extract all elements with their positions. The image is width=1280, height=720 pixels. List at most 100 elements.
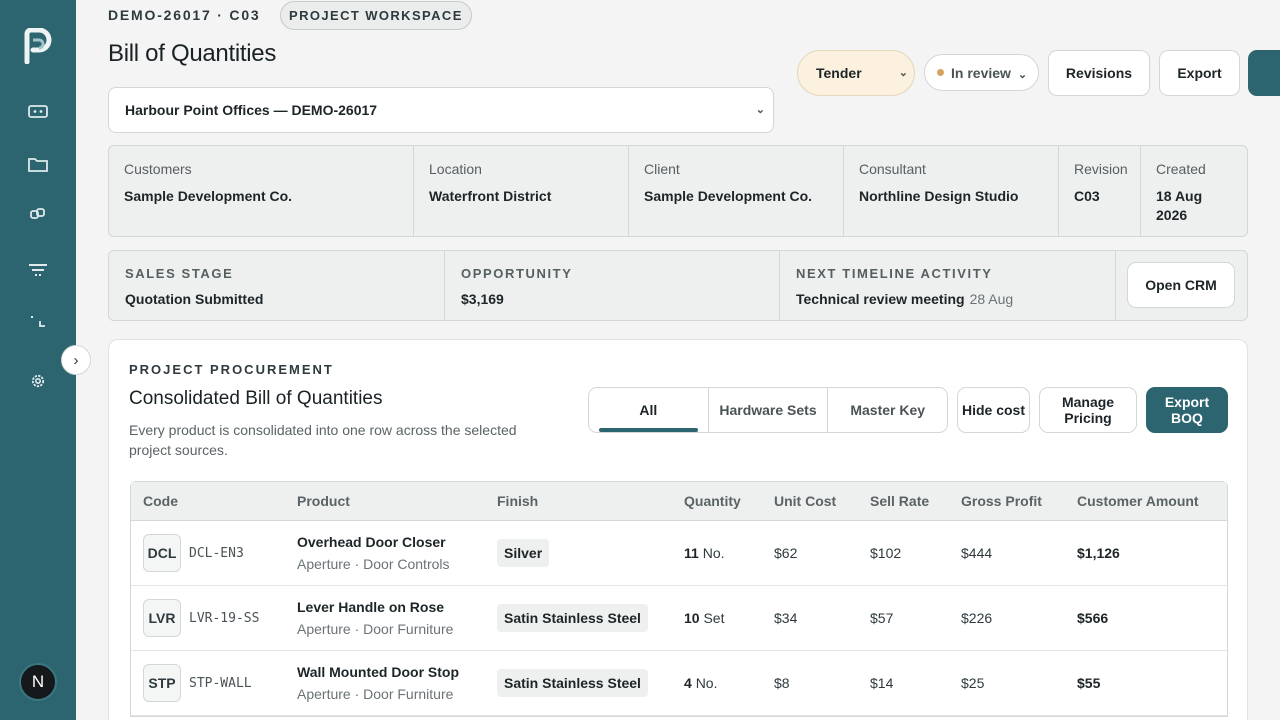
quantity-value: 11 — [684, 545, 699, 561]
product-cell: Overhead Door Closer Aperture · Door Con… — [285, 534, 485, 572]
gross-profit-cell: $226 — [961, 610, 993, 626]
table-row[interactable]: STP STP-WALL Wall Mounted Door Stop Aper… — [131, 651, 1227, 716]
unit-cost-cell: $8 — [774, 675, 790, 691]
open-crm-button[interactable]: Open CRM — [1127, 262, 1235, 308]
boq-table: Code Product Finish Quantity Unit Cost S… — [130, 481, 1228, 717]
column-header[interactable]: Customer Amount — [1065, 493, 1225, 509]
meta-customers: Customers Sample Development Co. — [109, 146, 414, 236]
finish-tag: Silver — [497, 539, 550, 567]
sales-stage: SALES STAGE Quotation Submitted — [109, 251, 445, 320]
project-select[interactable]: Harbour Point Offices — DEMO-26017 ⌄ — [108, 87, 774, 133]
code-cell: DCL DCL-EN3 — [131, 534, 285, 572]
meta-revision: Revision C03 — [1059, 146, 1141, 236]
status-select[interactable]: In review ⌄ — [924, 54, 1039, 91]
tab-master-key[interactable]: Master Key — [828, 388, 947, 432]
meta-client: Client Sample Development Co. — [629, 146, 844, 236]
sku: DCL-EN3 — [189, 545, 244, 561]
link-icon[interactable] — [26, 202, 50, 226]
settings-icon[interactable] — [26, 369, 50, 393]
product-category: Aperture · Door Furniture — [297, 686, 454, 702]
meta-label: Location — [429, 161, 482, 177]
column-header[interactable]: Product — [285, 493, 485, 509]
finish-cell: Silver — [485, 539, 672, 567]
tender-select[interactable]: Tender ⌄ — [797, 50, 915, 96]
primary-action-button[interactable] — [1248, 50, 1280, 96]
chevron-down-icon: ⌄ — [755, 104, 765, 116]
tab-all[interactable]: All — [589, 388, 709, 432]
next-activity-value: Technical review meeting 28 Aug — [796, 291, 1099, 307]
meta-consultant: Consultant Northline Design Studio — [844, 146, 1059, 236]
meta-label: Customers — [124, 161, 192, 177]
meta-value: Waterfront District — [429, 188, 552, 204]
meta-created: Created 18 Aug 2026 — [1141, 146, 1247, 236]
meta-label: Created — [1156, 161, 1206, 177]
customer-amount-cell: $1,126 — [1077, 545, 1120, 561]
finish-cell: Satin Stainless Steel — [485, 604, 672, 632]
quantity-unit: No. — [702, 545, 725, 561]
meta-label: Revision — [1074, 161, 1128, 177]
opportunity: OPPORTUNITY $3,169 — [445, 251, 780, 320]
hide-cost-button[interactable]: Hide cost — [957, 387, 1030, 433]
customer-amount-cell: $55 — [1077, 675, 1101, 691]
tab-hardware-sets[interactable]: Hardware Sets — [709, 388, 829, 432]
opportunity-label: OPPORTUNITY — [461, 266, 573, 281]
meta-value: C03 — [1074, 188, 1100, 204]
chevron-down-icon: ⌄ — [1017, 69, 1028, 81]
quantity-cell: 11 No. — [672, 545, 762, 561]
quantity-value: 10 — [684, 610, 700, 626]
gross-profit-cell: $25 — [961, 675, 985, 691]
project-code: DEMO-26017 · C03 — [108, 7, 261, 23]
next-activity: NEXT TIMELINE ACTIVITY Technical review … — [780, 251, 1116, 320]
section-eyebrow: PROJECT PROCUREMENT — [129, 362, 334, 377]
dashboard-icon[interactable] — [26, 99, 50, 123]
meta-value: Sample Development Co. — [124, 188, 293, 204]
chevron-down-icon: ⌄ — [898, 67, 908, 79]
product-category: Aperture · Door Furniture — [297, 621, 454, 637]
filter-icon[interactable] — [26, 258, 50, 282]
product-cell: Wall Mounted Door Stop Aperture · Door F… — [285, 664, 485, 702]
sell-rate-cell: $57 — [870, 610, 894, 626]
sales-stage-label: SALES STAGE — [125, 266, 234, 281]
revisions-button[interactable]: Revisions — [1048, 50, 1150, 96]
finish-tag: Satin Stainless Steel — [497, 669, 648, 697]
column-header[interactable]: Quantity — [672, 493, 762, 509]
meta-value: Northline Design Studio — [859, 188, 1019, 204]
product-name: Lever Handle on Rose — [297, 599, 445, 615]
avatar[interactable]: N — [19, 663, 57, 701]
meta-label: Consultant — [859, 161, 926, 177]
collapse-sidebar-button[interactable]: › — [61, 345, 91, 375]
meta-location: Location Waterfront District — [414, 146, 629, 236]
folder-icon[interactable] — [26, 152, 50, 176]
quantity-unit: No. — [695, 675, 718, 691]
logo-icon[interactable] — [23, 27, 55, 65]
sku: STP-WALL — [189, 675, 252, 691]
tender-select-value: Tender — [816, 65, 862, 81]
column-header[interactable]: Gross Profit — [949, 493, 1065, 509]
unit-cost-cell: $34 — [774, 610, 798, 626]
manage-pricing-button[interactable]: Manage Pricing — [1039, 387, 1137, 433]
code-cell: LVR LVR-19-SS — [131, 599, 285, 637]
meta-label: Client — [644, 161, 680, 177]
project-meta: Customers Sample Development Co. Locatio… — [108, 145, 1248, 237]
column-header[interactable]: Finish — [485, 493, 672, 509]
view-tabs: All Hardware Sets Master Key — [588, 387, 948, 433]
product-name: Overhead Door Closer — [297, 534, 446, 550]
next-activity-date: 28 Aug — [969, 291, 1014, 307]
column-header[interactable]: Unit Cost — [762, 493, 858, 509]
status-select-value: In review — [951, 64, 1011, 81]
quantity-value: 4 — [684, 675, 692, 691]
code-cell: STP STP-WALL — [131, 664, 285, 702]
crop-icon[interactable] — [26, 309, 50, 333]
export-boq-button[interactable]: Export BOQ — [1146, 387, 1228, 433]
quantity-cell: 4 No. — [672, 675, 762, 691]
procurement-panel: PROJECT PROCUREMENT Consolidated Bill of… — [108, 339, 1248, 720]
table-header: Code Product Finish Quantity Unit Cost S… — [131, 482, 1227, 521]
table-row[interactable]: LVR LVR-19-SS Lever Handle on Rose Apert… — [131, 586, 1227, 651]
export-button[interactable]: Export — [1159, 50, 1240, 96]
column-header[interactable]: Code — [131, 493, 285, 509]
finish-tag: Satin Stainless Steel — [497, 604, 648, 632]
meta-value: Sample Development Co. — [644, 188, 813, 204]
column-header[interactable]: Sell Rate — [858, 493, 949, 509]
table-row[interactable]: DCL DCL-EN3 Overhead Door Closer Apertur… — [131, 521, 1227, 586]
product-badge: LVR — [143, 599, 181, 637]
